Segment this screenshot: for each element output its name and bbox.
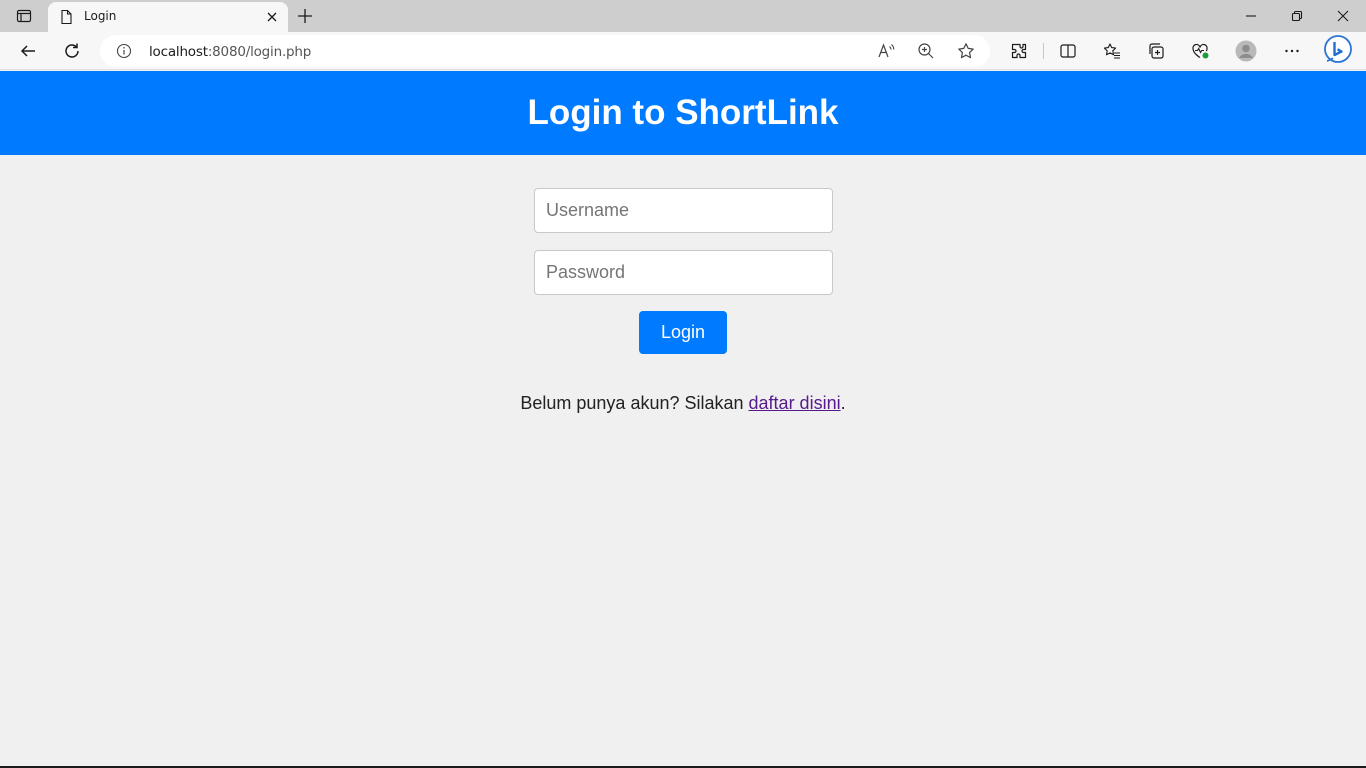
url-host: localhost [149, 44, 208, 60]
restore-icon[interactable] [1274, 0, 1320, 32]
browser-tab[interactable]: Login [48, 2, 288, 32]
signup-prompt-suffix: . [840, 393, 846, 413]
toolbar-separator [1043, 43, 1044, 59]
url-text[interactable]: localhost:8080/login.php [149, 44, 311, 60]
page-icon [58, 9, 74, 25]
close-window-icon[interactable] [1320, 0, 1366, 32]
signup-prompt: Belum punya akun? Silakan daftar disini. [0, 393, 1366, 414]
profile-avatar[interactable] [1232, 37, 1260, 65]
url-path: :8080/login.php [207, 44, 312, 60]
read-aloud-icon[interactable] [876, 41, 896, 61]
browser-toolbar: localhost:8080/login.php [0, 32, 1366, 70]
tab-actions-icon[interactable] [10, 4, 38, 28]
favorite-star-icon[interactable] [956, 41, 976, 61]
signup-prompt-text: Belum punya akun? Silakan [520, 393, 749, 413]
more-options-icon[interactable] [1278, 37, 1306, 65]
login-button[interactable]: Login [639, 311, 727, 354]
bing-copilot-icon[interactable] [1322, 34, 1354, 66]
split-screen-icon[interactable] [1054, 37, 1082, 65]
tab-strip: Login [0, 0, 1366, 32]
collections-icon[interactable] [1142, 37, 1170, 65]
tab-title: Login [84, 9, 117, 23]
page-header: Login to ShortLink [0, 71, 1366, 155]
back-icon[interactable] [14, 37, 42, 65]
site-info-icon[interactable] [116, 43, 132, 59]
address-bar[interactable]: localhost:8080/login.php [100, 35, 990, 67]
browser-essentials-icon[interactable] [1186, 37, 1214, 65]
refresh-icon[interactable] [58, 37, 86, 65]
close-tab-icon[interactable] [264, 9, 280, 25]
favorites-icon[interactable] [1098, 37, 1126, 65]
password-input[interactable] [534, 250, 833, 295]
page-title: Login to ShortLink [527, 93, 839, 132]
username-input[interactable] [534, 188, 833, 233]
zoom-icon[interactable] [916, 41, 936, 61]
extensions-icon[interactable] [1005, 37, 1033, 65]
minimize-icon[interactable] [1228, 0, 1274, 32]
new-tab-icon[interactable] [294, 5, 316, 27]
register-link[interactable]: daftar disini [749, 393, 841, 413]
